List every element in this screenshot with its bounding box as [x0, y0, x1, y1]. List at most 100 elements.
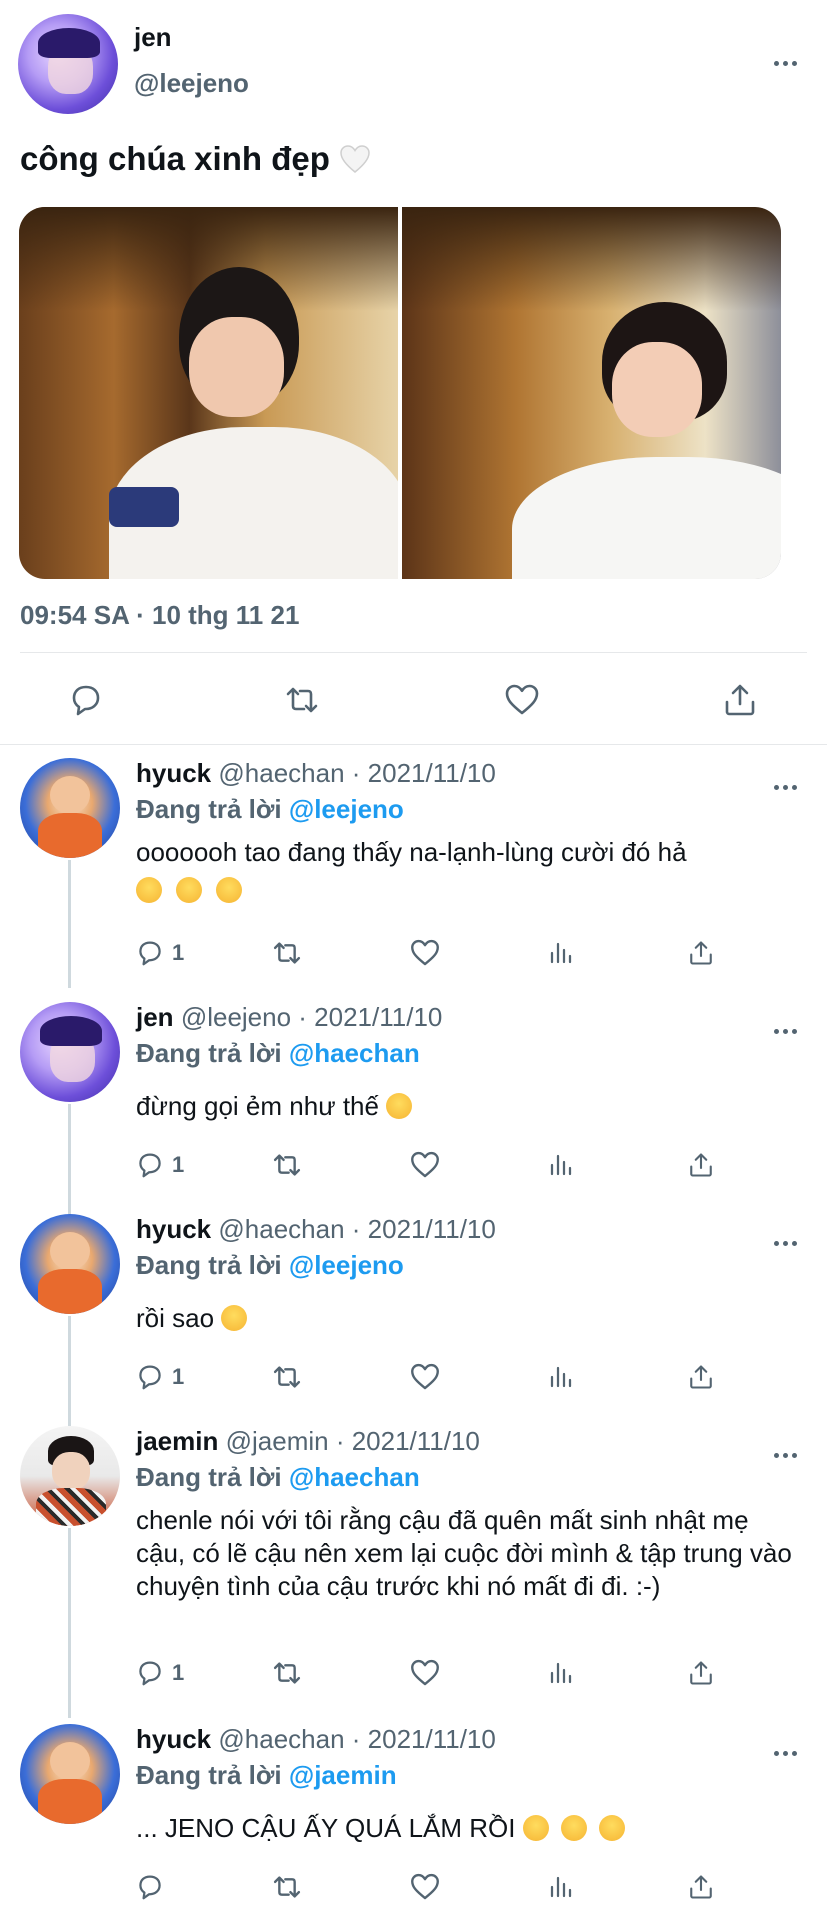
- reply-text: chenle nói với tôi rằng cậu đã quên mất …: [136, 1505, 792, 1601]
- retweet-icon[interactable]: [270, 1656, 304, 1690]
- reply-meta[interactable]: @haechan · 2021/11/10: [218, 1214, 495, 1244]
- retweet-icon[interactable]: [270, 936, 304, 970]
- replying-to: Đang trả lời @leejeno: [136, 1250, 404, 1281]
- analytics-icon[interactable]: [546, 936, 576, 970]
- more-icon[interactable]: [772, 1734, 799, 1760]
- tweet-media[interactable]: [19, 207, 781, 579]
- tweet-photo-2[interactable]: [402, 207, 781, 579]
- retweet-icon[interactable]: [270, 1148, 304, 1182]
- reply-action[interactable]: 1: [134, 1360, 184, 1394]
- reply-icon[interactable]: [134, 1870, 166, 1904]
- retweet-icon[interactable]: [282, 680, 322, 720]
- replying-prefix: Đang trả lời: [136, 1038, 282, 1068]
- reply-icon[interactable]: [134, 1361, 166, 1393]
- reply-header: hyuck @haechan · 2021/11/10: [136, 758, 496, 789]
- analytics-icon[interactable]: [546, 1360, 576, 1394]
- retweet-icon[interactable]: [270, 1360, 304, 1394]
- share-icon[interactable]: [686, 1870, 716, 1904]
- thread-line: [68, 1104, 71, 1216]
- reply-avatar-hyuck[interactable]: [20, 1214, 120, 1314]
- reply-author-name[interactable]: hyuck: [136, 1724, 211, 1754]
- tweet-text: công chúa xinh đẹp: [20, 140, 371, 178]
- analytics-icon[interactable]: [546, 1870, 576, 1904]
- reply-avatar-hyuck[interactable]: [20, 1724, 120, 1824]
- analytics-icon[interactable]: [546, 1656, 576, 1690]
- share-icon[interactable]: [720, 680, 760, 720]
- analytics-icon[interactable]: [546, 1148, 576, 1182]
- replying-mention[interactable]: @haechan: [289, 1038, 420, 1068]
- reply-icon[interactable]: [134, 1657, 166, 1689]
- reply-icon[interactable]: [134, 937, 166, 969]
- reply-header: jaemin @jaemin · 2021/11/10: [136, 1426, 480, 1457]
- main-author-name[interactable]: jen: [134, 22, 172, 53]
- reply-text: ooooooh tao đang thấy na-lạnh-lùng cười …: [136, 836, 796, 907]
- more-icon[interactable]: [772, 768, 799, 794]
- more-icon[interactable]: [772, 1436, 799, 1462]
- reply-icon[interactable]: [134, 1149, 166, 1181]
- retweet-icon[interactable]: [270, 1870, 304, 1904]
- reply-header: hyuck @haechan · 2021/11/10: [136, 1214, 496, 1245]
- reply-meta[interactable]: @jaemin · 2021/11/10: [226, 1426, 480, 1456]
- thread-line: [68, 1316, 71, 1426]
- replying-to: Đang trả lời @haechan: [136, 1038, 420, 1069]
- replying-prefix: Đang trả lời: [136, 1462, 282, 1492]
- replying-mention[interactable]: @haechan: [289, 1462, 420, 1492]
- like-icon[interactable]: [408, 1870, 442, 1904]
- replying-mention[interactable]: @leejeno: [289, 794, 404, 824]
- flushed-face-emoji-icon: [176, 877, 202, 903]
- share-icon[interactable]: [686, 936, 716, 970]
- reply-header: hyuck @haechan · 2021/11/10: [136, 1724, 496, 1755]
- more-icon[interactable]: [772, 44, 799, 70]
- replying-prefix: Đang trả lời: [136, 1760, 282, 1790]
- replying-mention[interactable]: @leejeno: [289, 1250, 404, 1280]
- tweet-text-content: công chúa xinh đẹp: [20, 140, 330, 177]
- reply-text-content: đừng gọi ẻm như thế: [136, 1091, 379, 1121]
- reply-author-name[interactable]: hyuck: [136, 1214, 211, 1244]
- like-icon[interactable]: [408, 1148, 442, 1182]
- reply-text: rồi sao: [136, 1302, 796, 1335]
- reply-avatar-hyuck[interactable]: [20, 758, 120, 858]
- replying-prefix: Đang trả lời: [136, 1250, 282, 1280]
- reply-meta[interactable]: @leejeno · 2021/11/10: [181, 1002, 443, 1032]
- reply-author-name[interactable]: jaemin: [136, 1426, 218, 1456]
- reply-action[interactable]: 1: [134, 936, 184, 970]
- main-author-handle[interactable]: @leejeno: [134, 68, 249, 99]
- reply-actions: [134, 1870, 734, 1904]
- like-icon[interactable]: [408, 1360, 442, 1394]
- like-icon[interactable]: [408, 936, 442, 970]
- replying-to: Đang trả lời @leejeno: [136, 794, 404, 825]
- share-icon[interactable]: [686, 1656, 716, 1690]
- tweet-timestamp[interactable]: 09:54 SA · 10 thg 11 21: [20, 600, 299, 631]
- crying-face-emoji-icon: [522, 1815, 549, 1841]
- like-icon[interactable]: [502, 680, 542, 720]
- reply-meta[interactable]: @haechan · 2021/11/10: [218, 1724, 495, 1754]
- share-icon[interactable]: [686, 1360, 716, 1394]
- replying-mention[interactable]: @jaemin: [289, 1760, 397, 1790]
- thread-line: [68, 1528, 71, 1718]
- divider: [0, 744, 827, 745]
- more-icon[interactable]: [772, 1224, 799, 1250]
- reply-action[interactable]: 1: [134, 1148, 184, 1182]
- thread-line: [68, 860, 71, 988]
- reply-action[interactable]: 1: [134, 1656, 184, 1690]
- reply-avatar-jen[interactable]: [20, 1002, 120, 1102]
- reply-text-content: ooooooh tao đang thấy na-lạnh-lùng cười …: [136, 837, 687, 867]
- reply-meta[interactable]: @haechan · 2021/11/10: [218, 758, 495, 788]
- share-icon[interactable]: [686, 1148, 716, 1182]
- reply-icon[interactable]: [66, 680, 106, 720]
- reply-count: 1: [172, 940, 185, 965]
- reply-author-name[interactable]: jen: [136, 1002, 174, 1032]
- reply-text-content: ... JENO CẬU ẤY QUÁ LẮM RỒI: [136, 1813, 516, 1843]
- reply-avatar-jaemin[interactable]: [20, 1426, 120, 1526]
- like-icon[interactable]: [408, 1656, 442, 1690]
- tweet-photo-1[interactable]: [19, 207, 398, 579]
- reply-actions: 1: [134, 1656, 734, 1690]
- replying-to: Đang trả lời @jaemin: [136, 1760, 397, 1791]
- more-icon[interactable]: [772, 1012, 799, 1038]
- reply-author-name[interactable]: hyuck: [136, 758, 211, 788]
- reply-actions: 1: [134, 1360, 734, 1394]
- replying-to: Đang trả lời @haechan: [136, 1462, 420, 1493]
- main-avatar[interactable]: [18, 14, 118, 114]
- reply-count: 1: [172, 1660, 185, 1685]
- reply-header: jen @leejeno · 2021/11/10: [136, 1002, 442, 1033]
